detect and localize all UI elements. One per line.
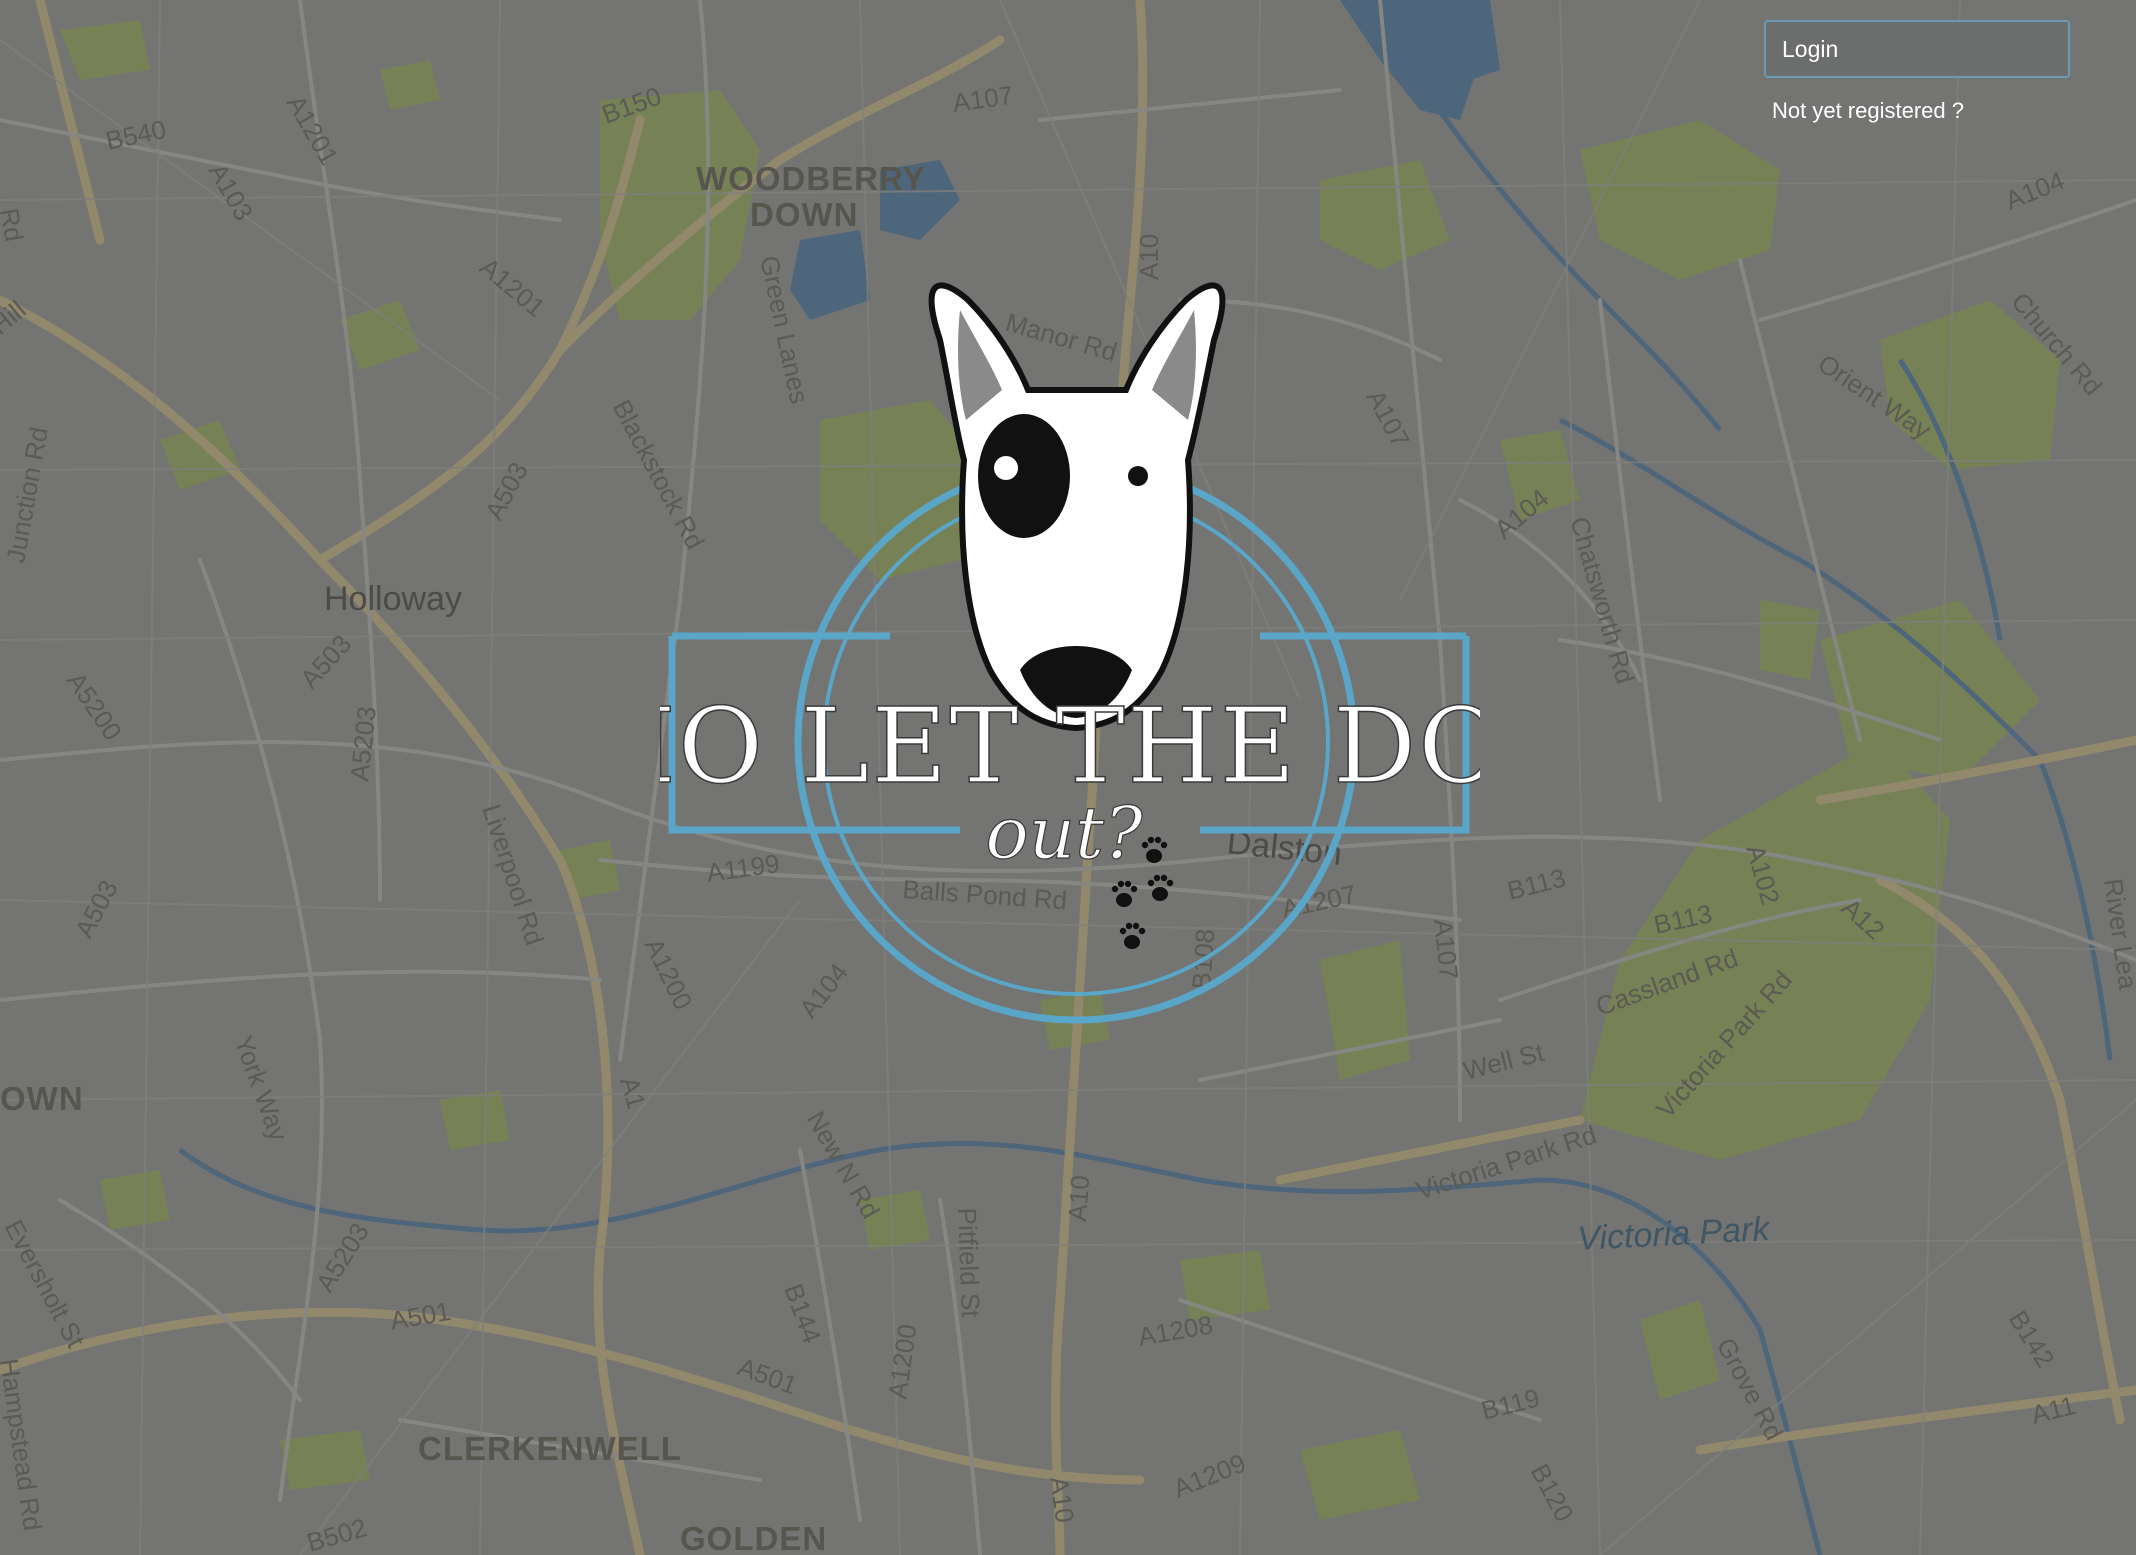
logo-title: WHO LET THE DOGS bbox=[660, 685, 1480, 807]
logo-subtitle: out? bbox=[985, 791, 1143, 875]
login-button[interactable]: Login bbox=[1764, 20, 2070, 78]
paw-print-icon bbox=[1111, 880, 1138, 907]
dog-head-icon bbox=[928, 282, 1226, 732]
page: WOODBERRY DOWN CLERKENWELL GOLDEN OWN Ho… bbox=[0, 0, 2136, 1555]
auth-panel: Login Not yet registered ? bbox=[1764, 20, 2070, 124]
paw-print-icon bbox=[1141, 836, 1168, 863]
register-link[interactable]: Not yet registered ? bbox=[1772, 98, 2070, 124]
paw-print-icon bbox=[1119, 922, 1146, 949]
site-logo: WHO LET THE DOGS out? bbox=[660, 282, 1480, 1024]
paw-print-icon bbox=[1147, 874, 1174, 901]
